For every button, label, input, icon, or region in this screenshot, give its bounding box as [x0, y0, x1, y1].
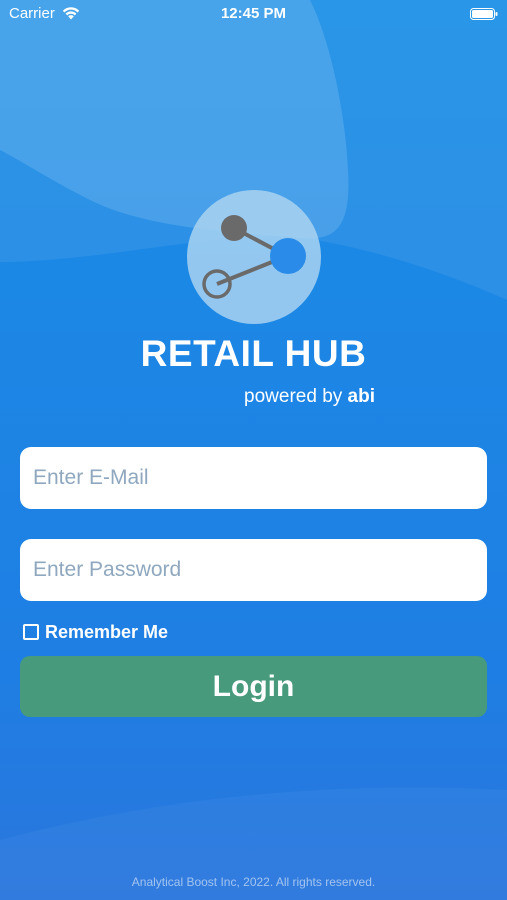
email-input[interactable]	[20, 447, 487, 509]
battery-icon	[470, 8, 498, 20]
email-field[interactable]	[20, 447, 487, 509]
remember-me-toggle[interactable]: Remember Me	[23, 621, 168, 643]
login-button[interactable]: Login	[20, 656, 487, 717]
app-title: RETAIL HUB	[140, 333, 367, 374]
powered-brand: abi	[347, 386, 375, 407]
remember-me-label: Remember Me	[45, 621, 169, 642]
remember-me-checkbox[interactable]	[23, 624, 39, 640]
password-field[interactable]	[20, 539, 487, 601]
status-bar: Carrier 12:45 PM	[0, 0, 507, 28]
copyright-footer: Analytical Boost Inc, 2022. All rights r…	[131, 875, 376, 889]
powered-prefix: powered by	[244, 386, 343, 407]
share-nodes-icon	[202, 215, 306, 299]
powered-by-label: powered by abi	[244, 386, 375, 408]
password-input[interactable]	[20, 539, 487, 601]
status-time: 12:45 PM	[220, 5, 287, 22]
